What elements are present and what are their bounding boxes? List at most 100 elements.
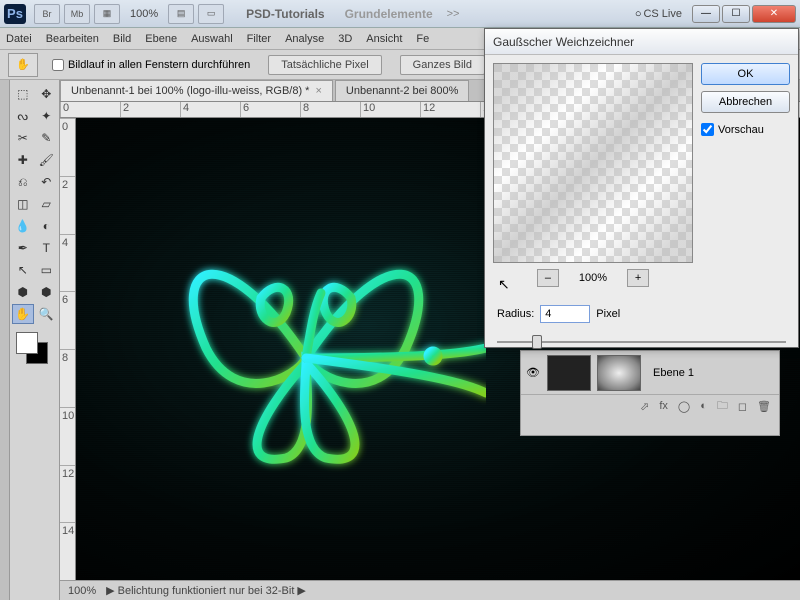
dialog-preview[interactable] <box>493 63 693 263</box>
current-tool-preset[interactable]: ✋ <box>8 53 38 77</box>
menu-filter[interactable]: Filter <box>247 33 271 45</box>
preview-zoom: 100% <box>579 272 607 284</box>
layer-mask-thumbnail[interactable] <box>597 355 641 391</box>
cslive-label[interactable]: CS Live <box>643 8 682 20</box>
pen-tool[interactable]: ✒ <box>12 238 34 258</box>
minibridge-button[interactable]: Mb <box>64 4 90 24</box>
tab-1-close[interactable]: × <box>315 85 321 97</box>
menu-analyse[interactable]: Analyse <box>285 33 324 45</box>
scroll-all-checkbox[interactable] <box>52 59 64 71</box>
menu-datei[interactable]: Datei <box>6 33 32 45</box>
lasso-tool[interactable]: ᔓ <box>12 106 34 126</box>
bridge-button[interactable]: Br <box>34 4 60 24</box>
crop-tool[interactable]: ✂ <box>12 128 34 148</box>
type-tool[interactable]: T <box>36 238 58 258</box>
brush-tool[interactable]: 🖌 <box>36 150 58 170</box>
status-zoom[interactable]: 100% <box>68 585 96 597</box>
title-bar: Ps Br Mb ▦ 100% ▤ ▭ PSD-Tutorials Grunde… <box>0 0 800 28</box>
path-select-tool[interactable]: ↖ <box>12 260 34 280</box>
layers-panel: 👁 Ebene 1 ⬀ fx ◯ ◐ 🗀 ◻ 🗑 <box>520 350 780 436</box>
zoom-in-button[interactable]: + <box>627 269 649 287</box>
preview-label: Vorschau <box>718 124 764 136</box>
preview-checkbox-row[interactable]: Vorschau <box>701 123 790 136</box>
screen-mode-button[interactable]: ▭ <box>198 4 224 24</box>
zoom-out-button[interactable]: – <box>537 269 559 287</box>
close-button[interactable]: ✕ <box>752 5 796 23</box>
3d-camera-tool[interactable]: ⬢ <box>36 282 58 302</box>
wand-tool[interactable]: ✦ <box>36 106 58 126</box>
ok-button[interactable]: OK <box>701 63 790 85</box>
view-extras-button[interactable]: ▦ <box>94 4 120 24</box>
zoom-level[interactable]: 100% <box>122 8 166 20</box>
foreground-color[interactable] <box>16 332 38 354</box>
hand-tool[interactable]: ✋ <box>12 304 34 324</box>
ruler-tick: 2 <box>120 102 180 117</box>
stamp-tool[interactable]: ⎌ <box>12 172 34 192</box>
color-swatches[interactable] <box>16 332 56 372</box>
status-message: ▶ Belichtung funktioniert nur bei 32-Bit… <box>106 584 306 597</box>
toolbox: ⬚✥ ᔓ✦ ✂✎ ✚🖌 ⎌↶ ◫▱ 💧◐ ✒T ↖▭ ⬢⬢ ✋🔍 <box>10 80 60 600</box>
marquee-tool[interactable]: ⬚ <box>12 84 34 104</box>
ruler-tick: 12 <box>60 465 75 523</box>
folder-icon[interactable]: 🗀 <box>717 397 728 416</box>
menu-ansicht[interactable]: Ansicht <box>366 33 402 45</box>
menu-3d[interactable]: 3D <box>338 33 352 45</box>
layer-row[interactable]: 👁 Ebene 1 <box>521 351 779 395</box>
left-collapse-strip[interactable] <box>0 80 10 600</box>
eraser-tool[interactable]: ◫ <box>12 194 34 214</box>
radius-unit: Pixel <box>596 308 620 320</box>
preview-checkbox[interactable] <box>701 123 714 136</box>
document-tab-1[interactable]: Unbenannt-1 bei 100% (logo-illu-weiss, R… <box>60 80 333 101</box>
layer-thumbnail[interactable] <box>547 355 591 391</box>
dodge-tool[interactable]: ◐ <box>36 216 58 236</box>
radius-slider[interactable] <box>497 333 786 351</box>
menu-auswahl[interactable]: Auswahl <box>191 33 233 45</box>
layer-name[interactable]: Ebene 1 <box>653 367 694 379</box>
workspace-label-1[interactable]: PSD-Tutorials <box>246 7 324 21</box>
ruler-tick: 8 <box>60 349 75 407</box>
tab-2-label: Unbenannt-2 bei 800% <box>346 85 459 97</box>
trash-icon[interactable]: 🗑 <box>757 400 771 413</box>
visibility-icon[interactable]: 👁 <box>525 366 541 379</box>
dialog-title[interactable]: Gaußscher Weichzeichner <box>485 29 798 55</box>
ruler-tick: 12 <box>420 102 480 117</box>
new-layer-icon[interactable]: ◻ <box>738 400 747 413</box>
menu-ebene[interactable]: Ebene <box>145 33 177 45</box>
actual-pixels-button[interactable]: Tatsächliche Pixel <box>268 55 381 75</box>
blur-tool[interactable]: 💧 <box>12 216 34 236</box>
radius-input[interactable] <box>540 305 590 323</box>
document-tab-2[interactable]: Unbenannt-2 bei 800% <box>335 80 470 101</box>
app-icon: Ps <box>4 4 26 24</box>
heal-tool[interactable]: ✚ <box>12 150 34 170</box>
3d-tool[interactable]: ⬢ <box>12 282 34 302</box>
ruler-tick: 0 <box>60 118 75 176</box>
gradient-tool[interactable]: ▱ <box>36 194 58 214</box>
fit-screen-button[interactable]: Ganzes Bild <box>400 55 485 75</box>
workspace-more[interactable]: >> <box>447 8 460 20</box>
link-layers-icon[interactable]: ⬀ <box>640 400 649 413</box>
menu-fenster[interactable]: Fe <box>416 33 429 45</box>
minimize-button[interactable]: — <box>692 5 720 23</box>
cancel-button[interactable]: Abbrechen <box>701 91 790 113</box>
ruler-tick: 2 <box>60 176 75 234</box>
menu-bild[interactable]: Bild <box>113 33 131 45</box>
arrange-docs-button[interactable]: ▤ <box>168 4 194 24</box>
move-tool[interactable]: ✥ <box>36 84 58 104</box>
maximize-button[interactable]: ☐ <box>722 5 750 23</box>
scroll-all-label: Bildlauf in allen Fenstern durchführen <box>68 59 250 71</box>
adjustment-icon[interactable]: ◐ <box>700 400 707 412</box>
fx-icon[interactable]: fx <box>659 400 668 412</box>
ruler-tick: 6 <box>60 291 75 349</box>
slider-thumb[interactable] <box>532 335 542 349</box>
scroll-all-windows-check[interactable]: Bildlauf in allen Fenstern durchführen <box>52 59 250 71</box>
shape-tool[interactable]: ▭ <box>36 260 58 280</box>
mask-icon[interactable]: ◯ <box>678 400 690 413</box>
zoom-tool[interactable]: 🔍 <box>36 304 58 324</box>
history-brush-tool[interactable]: ↶ <box>36 172 58 192</box>
workspace-label-2[interactable]: Grundelemente <box>345 7 433 21</box>
ruler-vertical[interactable]: 02468101214 <box>60 118 76 580</box>
ruler-tick: 4 <box>60 234 75 292</box>
eyedropper-tool[interactable]: ✎ <box>36 128 58 148</box>
menu-bearbeiten[interactable]: Bearbeiten <box>46 33 99 45</box>
ruler-tick: 10 <box>360 102 420 117</box>
